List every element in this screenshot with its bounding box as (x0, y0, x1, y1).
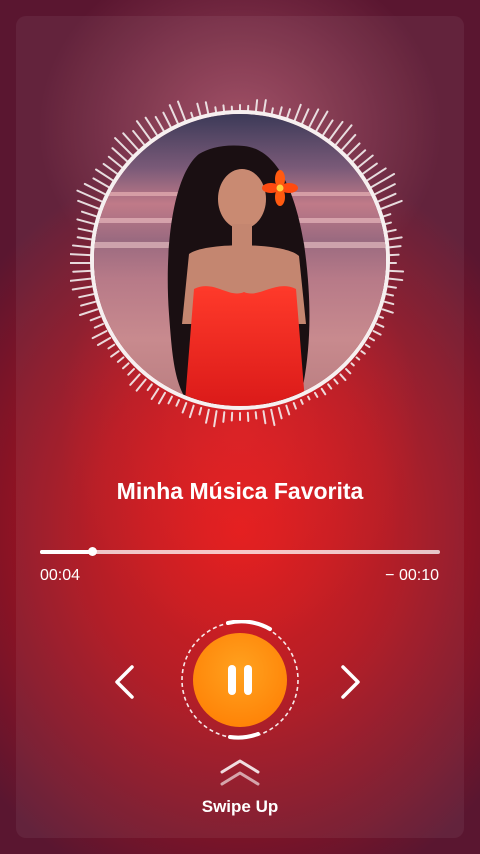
visualizer-bar (388, 277, 404, 282)
visualizer-bar (146, 383, 153, 392)
visualizer-bar (350, 362, 355, 367)
previous-button[interactable] (104, 660, 144, 704)
elapsed-time: 00:04 (40, 567, 81, 584)
visualizer-bar (78, 293, 95, 299)
visualizer-bar (388, 269, 405, 273)
visualizer-bar (80, 300, 97, 307)
visualizer-bar (364, 343, 371, 349)
visualizer-bar (350, 149, 367, 164)
visualizer-bar (80, 210, 99, 218)
chevron-left-icon (115, 665, 134, 699)
visualizer-bar (150, 387, 160, 400)
visualizer-bar (345, 368, 352, 375)
visualizer-bar (345, 142, 361, 158)
visualizer-bar (307, 395, 311, 401)
visualizer-bar (72, 269, 92, 273)
visualizer-bar (95, 168, 116, 183)
visualizer-bar (175, 399, 180, 407)
visualizer-bar (93, 323, 104, 329)
visualizer-bar (76, 236, 93, 241)
visualizer-bar (213, 410, 218, 428)
visualizer-bar (376, 192, 397, 203)
visualizer-bar (339, 373, 347, 382)
visualizer-bar (314, 391, 319, 398)
pause-button[interactable] (193, 633, 287, 727)
visualizer-bar (355, 356, 361, 361)
visualizer-bar (181, 402, 188, 414)
visualizer-bar (387, 236, 403, 241)
visualizer-bar (167, 395, 173, 405)
visualizer-bar (77, 227, 95, 233)
visualizer-bar (381, 213, 392, 218)
visualizer-bar (198, 406, 203, 416)
pause-icon (228, 665, 252, 695)
remaining-time: − 00:10 (385, 567, 439, 584)
next-button[interactable] (331, 660, 371, 704)
progress-fill (40, 550, 92, 554)
visualizer-bar (262, 410, 267, 425)
visualizer-bar (78, 308, 99, 316)
visualizer-bar (188, 404, 195, 419)
visualizer-bar (70, 253, 92, 257)
visualizer-bar (387, 285, 397, 289)
visualizer-bar (376, 323, 385, 328)
visualizer-bar (327, 383, 333, 390)
song-title: Minha Música Favorita (116, 478, 364, 504)
visualizer-bar (372, 330, 382, 336)
chevron-right-icon (341, 665, 360, 699)
visualizer-bar (135, 378, 147, 392)
visualizer-bar (222, 411, 226, 423)
visualizer-bar (70, 277, 92, 282)
visualizer-bar (71, 285, 93, 291)
visualizer-bar (116, 356, 125, 363)
visualizer-bar (254, 411, 258, 420)
visualizer-bar (77, 199, 101, 211)
play-pause-control[interactable] (180, 620, 300, 740)
visualizer-bar (92, 177, 112, 189)
swipe-up-label: Swipe Up (201, 797, 279, 816)
progress-thumb[interactable] (88, 547, 97, 556)
visualizer-bar (300, 399, 304, 405)
swipe-up-hint[interactable]: Swipe Up (0, 758, 480, 817)
visualizer-bar (372, 183, 396, 196)
visualizer-bar (379, 315, 384, 319)
visualizer-bar (71, 244, 92, 249)
visualizer-bar (96, 337, 112, 346)
visualizer-bar (383, 300, 395, 306)
visualizer-bar (107, 343, 116, 350)
visualizer-bar (89, 315, 101, 322)
visualizer-bar (388, 245, 402, 249)
visualizer-bar (320, 387, 327, 396)
visualizer-bar (270, 408, 276, 427)
album-art (90, 110, 390, 410)
visualizer-bar (76, 218, 97, 226)
visualizer-bar (277, 406, 283, 420)
visualizer-bar (379, 199, 403, 211)
visualizer-bar (129, 373, 141, 386)
visualizer-bar (205, 408, 210, 424)
visualizer-bar (157, 391, 166, 405)
visualizer-bar (368, 337, 376, 342)
visualizer-bar (83, 182, 108, 196)
visualizer-bar (360, 162, 378, 176)
visualizer-bar (381, 308, 394, 314)
visualizer-bar (91, 330, 108, 340)
visualizer-bar (360, 350, 366, 355)
visualizer-bar (110, 350, 120, 358)
visualizer-bar (127, 368, 135, 376)
progress-slider[interactable] (40, 547, 440, 556)
visualizer-bar (122, 362, 130, 370)
visualizer-bar (385, 293, 394, 297)
visualizer-bar (285, 404, 291, 416)
visualizer-bar (355, 154, 374, 170)
visualizer-bar (333, 378, 339, 385)
double-chevron-up-icon (220, 759, 260, 786)
visualizer-bar (292, 402, 297, 410)
visualizer-bar (385, 228, 397, 233)
